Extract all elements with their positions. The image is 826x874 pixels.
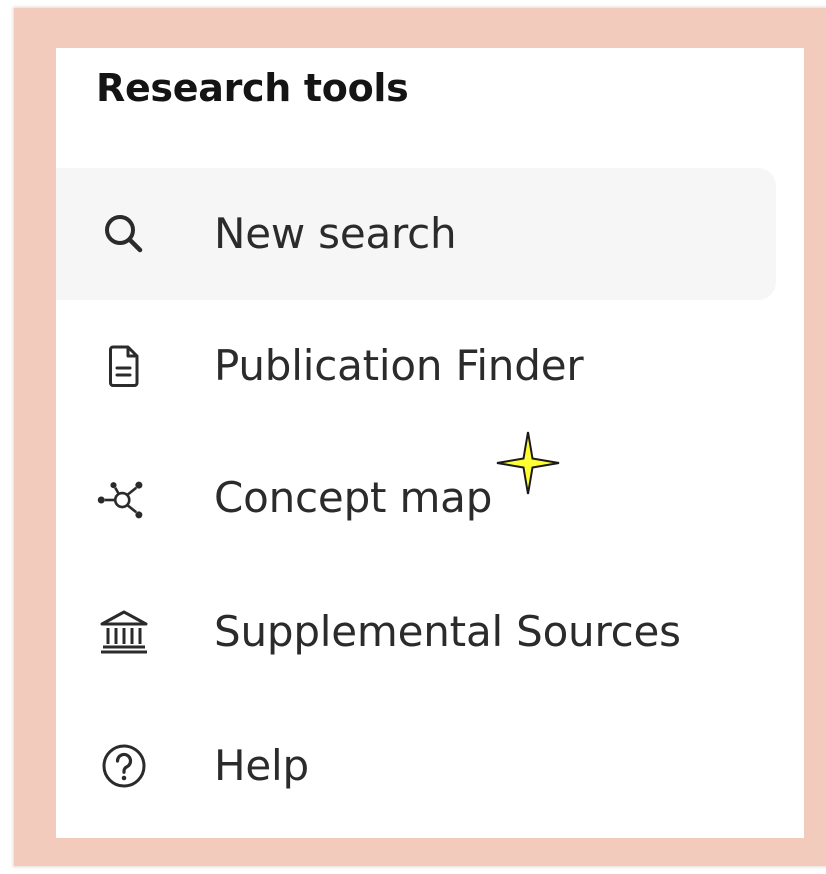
document-icon xyxy=(96,338,152,394)
menu-item-label: New search xyxy=(214,209,457,258)
menu-item-supplemental-sources[interactable]: Supplemental Sources xyxy=(56,566,776,698)
research-tools-panel: Research tools New search Publication Fi… xyxy=(56,48,804,838)
search-icon xyxy=(96,206,152,262)
panel-title: Research tools xyxy=(96,66,409,110)
menu-item-label: Publication Finder xyxy=(214,341,584,390)
menu-item-label: Supplemental Sources xyxy=(214,607,681,656)
screenshot-frame: Research tools New search Publication Fi… xyxy=(0,0,826,874)
menu-item-label: Concept map xyxy=(214,473,493,522)
menu-item-new-search[interactable]: New search xyxy=(56,168,776,300)
menu-item-label: Help xyxy=(214,741,309,790)
bank-icon xyxy=(96,604,152,660)
menu-item-help[interactable]: Help xyxy=(56,700,776,832)
help-icon xyxy=(96,738,152,794)
menu-item-publication-finder[interactable]: Publication Finder xyxy=(56,300,776,432)
concept-map-icon xyxy=(96,472,152,528)
top-edge xyxy=(0,0,826,8)
menu-item-concept-map[interactable]: Concept map xyxy=(56,432,776,564)
